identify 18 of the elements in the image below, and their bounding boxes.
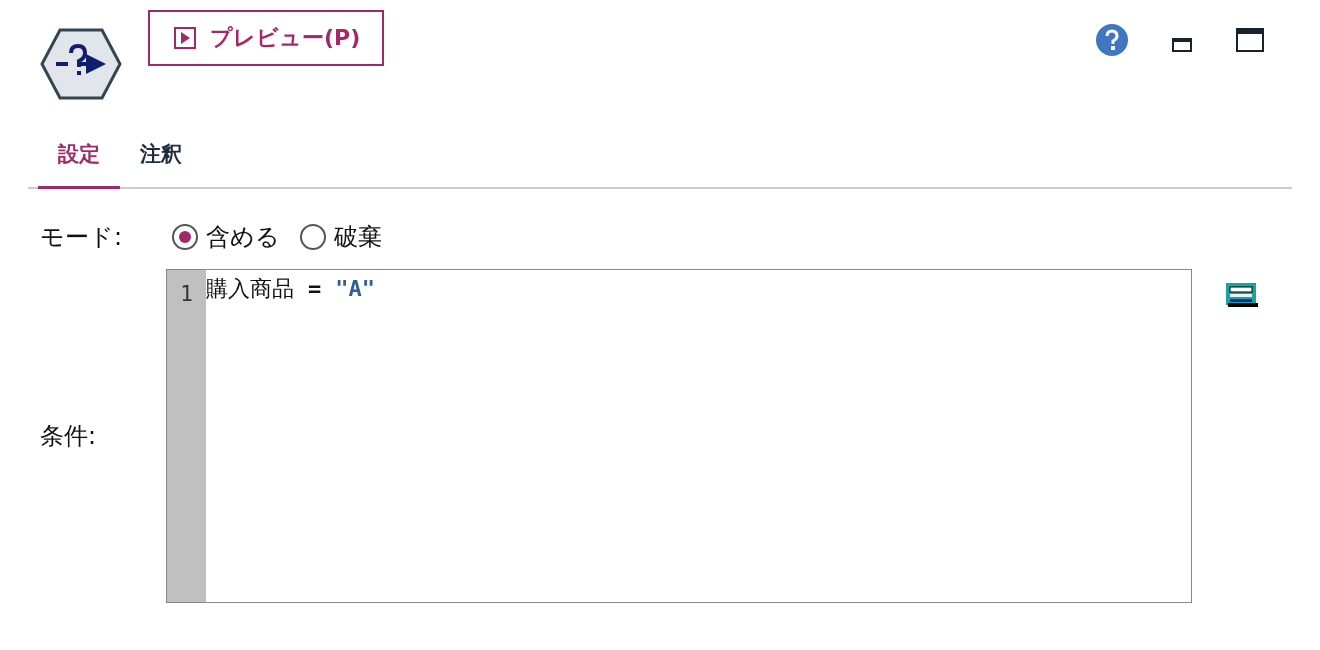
calculator-icon[interactable] xyxy=(1226,283,1258,307)
line-number: 1 xyxy=(179,281,194,306)
preview-button[interactable]: プレビュー(P) xyxy=(148,10,385,66)
condition-label: 条件: xyxy=(40,421,98,452)
help-icon[interactable] xyxy=(1096,24,1128,56)
radio-label[interactable]: 破棄 xyxy=(334,221,382,253)
radio-button[interactable] xyxy=(172,224,198,250)
expression-editor[interactable]: 1 購入商品 = "A" xyxy=(166,269,1192,603)
hexagon-arrow-icon xyxy=(40,28,122,100)
radio-button[interactable] xyxy=(300,224,326,250)
mode-label: モード: xyxy=(40,222,124,253)
code-line: 購入商品 = "A" xyxy=(206,275,375,303)
minimize-window-icon[interactable] xyxy=(1172,38,1192,52)
tab[interactable]: 注釈 xyxy=(120,130,202,189)
maximize-window-icon[interactable] xyxy=(1236,28,1264,52)
radio-label[interactable]: 含める xyxy=(206,221,280,253)
play-icon xyxy=(174,27,196,49)
tab[interactable]: 設定 xyxy=(38,130,120,189)
